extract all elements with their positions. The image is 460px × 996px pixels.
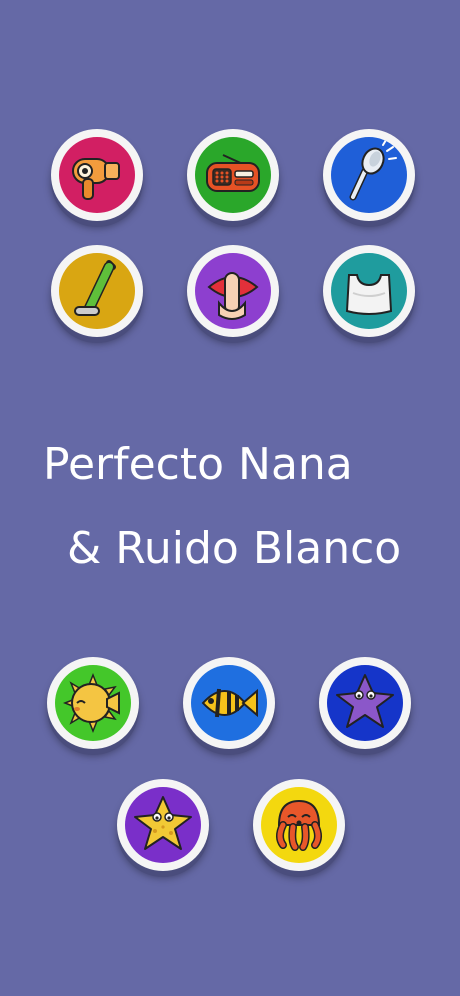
pufferfish-icon [62,672,120,734]
striped-fish-icon [201,688,258,718]
striped-fish-disc [191,665,267,741]
purple-starfish-icon [336,674,394,728]
plastic-bag-disc [331,253,407,329]
octopus-disc [261,787,337,863]
shower-disc [331,137,407,213]
purple-starfish-button[interactable] [319,657,411,749]
vacuum-button[interactable] [51,245,143,337]
yellow-starfish-icon [134,796,192,850]
headline-line-2: & Ruido Blanco [67,523,402,574]
shush-button[interactable] [187,245,279,337]
purple-starfish-disc [327,665,403,741]
octopus-button[interactable] [253,779,345,871]
shush-disc [195,253,271,329]
vacuum-disc [59,253,135,329]
vacuum-cleaner-icon [74,260,116,316]
hair-dryer-icon [72,158,120,200]
plastic-bag-button[interactable] [323,245,415,337]
pufferfish-button[interactable] [47,657,139,749]
radio-disc [195,137,271,213]
radio-icon [206,154,260,192]
shush-lips-icon [207,272,259,320]
hair-dryer-button[interactable] [51,129,143,221]
yellow-starfish-disc [125,787,201,863]
hair-dryer-disc [59,137,135,213]
radio-button[interactable] [187,129,279,221]
yellow-starfish-button[interactable] [117,779,209,871]
octopus-icon [276,799,322,851]
shower-button[interactable] [323,129,415,221]
striped-fish-button[interactable] [183,657,275,749]
shower-head-icon [349,139,397,201]
pufferfish-disc [55,665,131,741]
headline-line-1: Perfecto Nana [43,439,353,490]
plastic-bag-icon [345,274,393,315]
